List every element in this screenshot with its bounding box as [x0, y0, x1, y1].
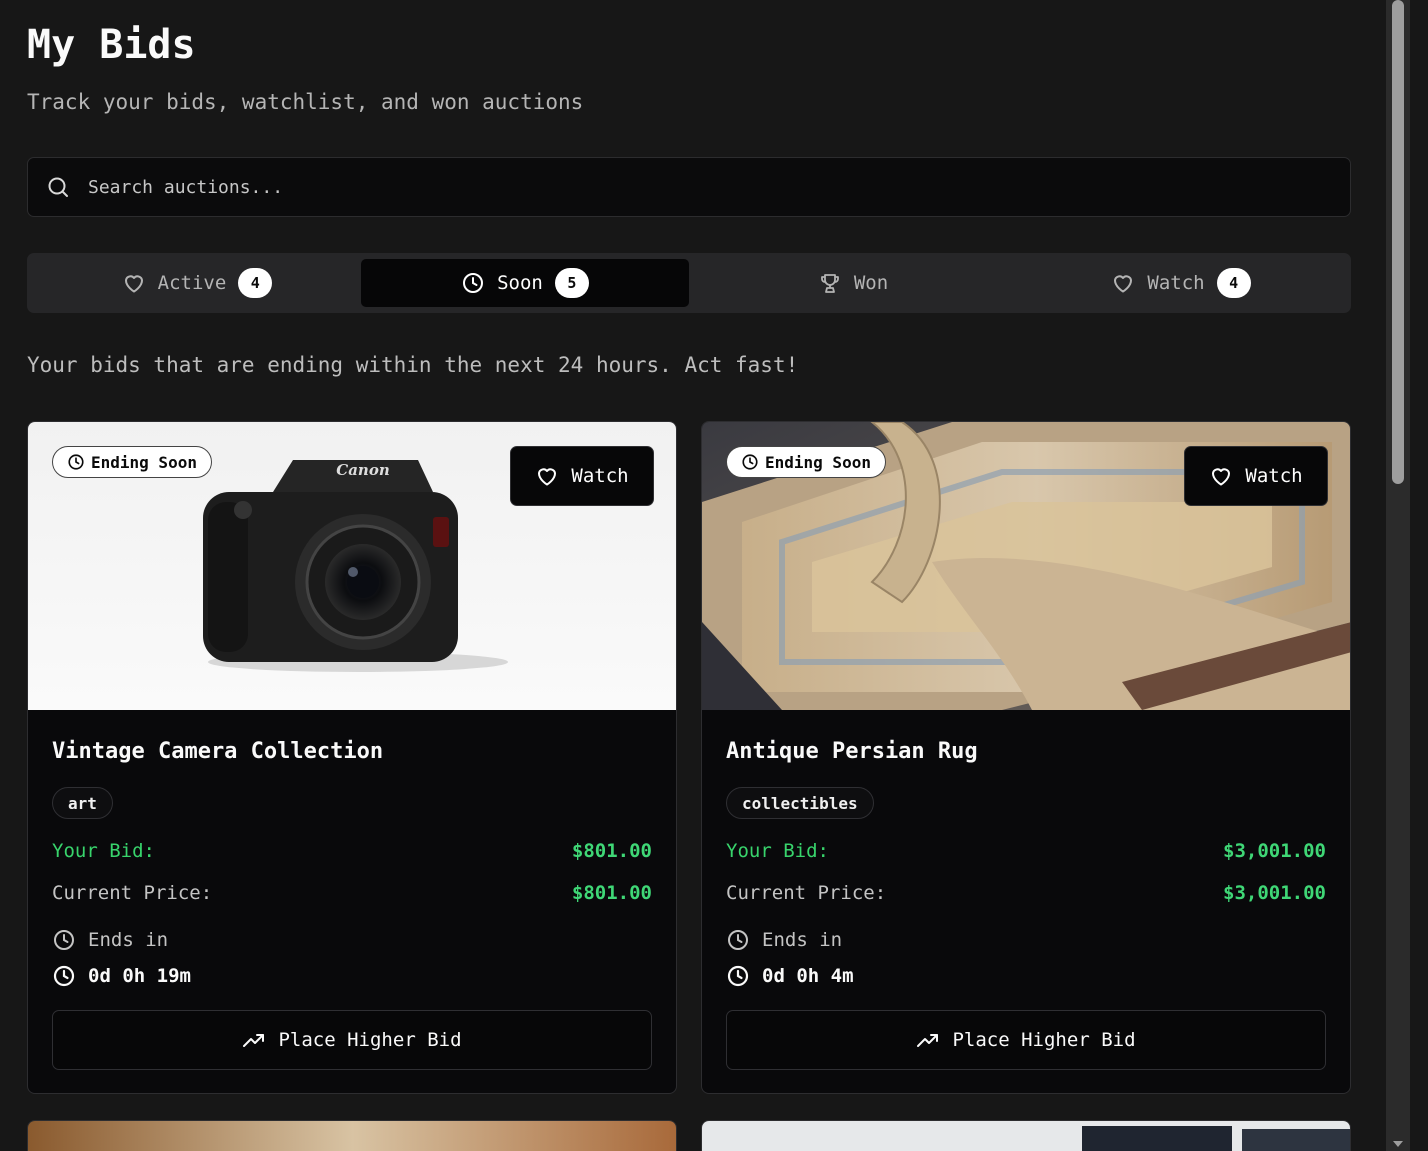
- current-price-value: $801.00: [571, 882, 652, 904]
- clock-icon: [53, 965, 75, 987]
- tab-label: Active: [157, 272, 227, 294]
- tab-label: Won: [853, 272, 889, 294]
- heart-icon: [1212, 468, 1231, 486]
- scrollbar-thumb[interactable]: [1392, 0, 1404, 484]
- tab-label: Watch: [1147, 272, 1205, 294]
- ending-soon-badge: Ending Soon: [726, 446, 886, 478]
- rug-photo[interactable]: Ending Soon Watch: [702, 422, 1350, 710]
- watch-button[interactable]: Watch: [1184, 446, 1328, 506]
- search-icon: [48, 177, 68, 197]
- your-bid-value: $801.00: [571, 840, 652, 862]
- your-bid-row: Your Bid: $801.00: [52, 840, 652, 862]
- tab-watch[interactable]: Watch 4: [1017, 259, 1345, 307]
- tab-description: Your bids that are ending within the nex…: [27, 353, 799, 377]
- clock-icon: [68, 454, 84, 470]
- auction-card-partial[interactable]: [27, 1120, 677, 1151]
- trending-up-icon: [243, 1034, 265, 1047]
- countdown: 0d 0h 4m: [726, 964, 854, 988]
- ends-label: Ends in: [88, 929, 169, 951]
- clock-icon: [463, 273, 484, 293]
- heart-icon: [124, 275, 143, 293]
- count-badge: 5: [554, 268, 589, 298]
- current-price-label: Current Price:: [52, 882, 213, 904]
- page-subtitle: Track your bids, watchlist, and won auct…: [27, 90, 584, 114]
- ends-label: Ends in: [762, 929, 843, 951]
- ends-in: Ends in: [52, 928, 168, 952]
- current-price-row: Current Price: $3,001.00: [726, 882, 1326, 904]
- badge-label: Ending Soon: [91, 452, 197, 472]
- auction-title[interactable]: Antique Persian Rug: [726, 739, 978, 764]
- search-bar[interactable]: [27, 157, 1351, 217]
- button-label: Place Higher Bid: [952, 1029, 1136, 1051]
- place-higher-bid-button[interactable]: Place Higher Bid: [52, 1010, 652, 1070]
- current-price-label: Current Price:: [726, 882, 887, 904]
- current-price-row: Current Price: $801.00: [52, 882, 652, 904]
- tab-label: Soon: [497, 272, 543, 294]
- clock-icon: [742, 454, 758, 470]
- heart-icon: [1114, 275, 1133, 293]
- ends-in: Ends in: [726, 928, 842, 952]
- heart-icon: [538, 468, 557, 486]
- page-title: My Bids: [27, 22, 196, 68]
- page: My Bids Track your bids, watchlist, and …: [0, 0, 1428, 1151]
- countdown-value: 0d 0h 19m: [88, 965, 191, 987]
- scrollbar[interactable]: [1386, 0, 1410, 1151]
- your-bid-row: Your Bid: $3,001.00: [726, 840, 1326, 862]
- button-label: Place Higher Bid: [278, 1029, 462, 1051]
- watch-button[interactable]: Watch: [510, 446, 654, 506]
- auction-card: Canon Ending Soon Watch Vintage Camera C…: [27, 421, 677, 1094]
- your-bid-label: Your Bid:: [726, 840, 829, 862]
- tab-active[interactable]: Active 4: [33, 259, 361, 307]
- auction-title[interactable]: Vintage Camera Collection: [52, 739, 383, 764]
- tab-soon[interactable]: Soon 5: [361, 259, 689, 307]
- your-bid-value: $3,001.00: [1223, 840, 1326, 862]
- your-bid-label: Your Bid:: [52, 840, 155, 862]
- place-higher-bid-button[interactable]: Place Higher Bid: [726, 1010, 1326, 1070]
- category-tag: collectibles: [726, 787, 874, 819]
- trending-up-icon: [917, 1034, 939, 1047]
- auction-card-partial[interactable]: [701, 1120, 1351, 1151]
- camera-photo[interactable]: Canon Ending Soon Watch: [28, 422, 676, 710]
- watch-label: Watch: [1245, 465, 1303, 487]
- clock-icon: [727, 965, 749, 987]
- clock-icon: [54, 930, 74, 950]
- auction-card: Ending Soon Watch Antique Persian Rug co…: [701, 421, 1351, 1094]
- watch-label: Watch: [571, 465, 629, 487]
- current-price-value: $3,001.00: [1223, 882, 1326, 904]
- badge-label: Ending Soon: [765, 452, 871, 472]
- tab-bar: Active 4 Soon 5 Won Watch 4: [27, 253, 1351, 313]
- count-badge: 4: [1216, 268, 1251, 298]
- countdown: 0d 0h 19m: [52, 964, 191, 988]
- count-badge: 4: [238, 268, 273, 298]
- countdown-value: 0d 0h 4m: [762, 965, 854, 987]
- search-input[interactable]: [88, 176, 1288, 198]
- category-tag: art: [52, 787, 113, 819]
- trophy-icon: [820, 274, 839, 293]
- svg-text:Canon: Canon: [336, 461, 389, 479]
- clock-icon: [728, 930, 748, 950]
- scroll-down-arrow-icon[interactable]: [1393, 1141, 1403, 1147]
- ending-soon-badge: Ending Soon: [52, 446, 212, 478]
- tab-won[interactable]: Won: [689, 259, 1017, 307]
